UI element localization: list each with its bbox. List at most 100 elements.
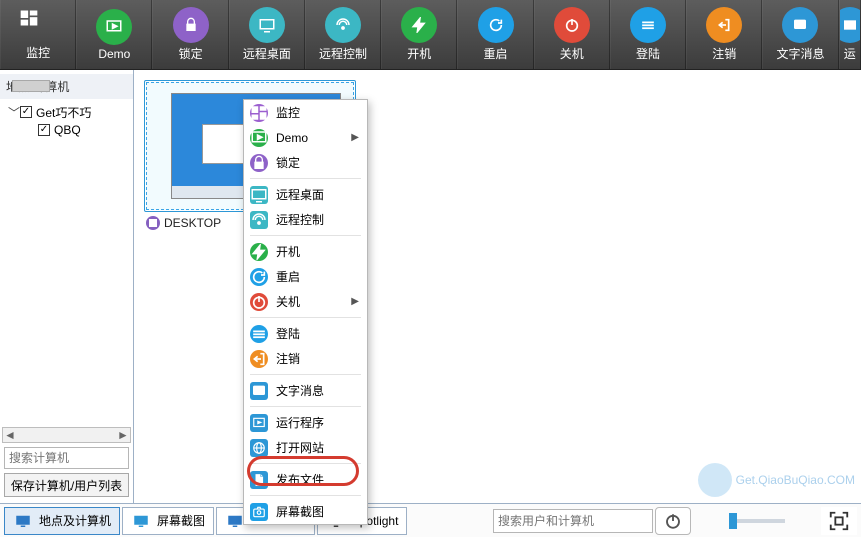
toolbar-lock[interactable]: 锁定 [152,0,228,69]
save-list-button[interactable]: 保存计算机/用户列表 [4,473,129,497]
menu-screenshot[interactable]: 屏幕截图 [244,499,367,524]
menu-label: 重启 [276,268,359,285]
screenshot-icon [250,503,268,521]
status-icon [146,216,160,230]
publish-file-icon [250,471,268,489]
lock-icon [250,154,268,172]
scroll-right-icon[interactable]: ► [116,428,130,442]
menu-label: 锁定 [276,154,359,171]
toolbar-demo[interactable]: Demo [76,0,152,69]
logout-icon [250,350,268,368]
menu-publish-file[interactable]: 发布文件 [244,467,367,492]
zoom-slider[interactable] [725,507,797,535]
shutdown-icon [250,293,268,311]
search-users-input[interactable] [493,509,653,533]
toolbar-label: 远程控制 [319,45,367,62]
context-menu: 监控Demo▶锁定远程桌面远程控制开机重启关机▶登陆注销文字消息运行程序打开网站… [243,99,368,525]
toolbar-label: 监控 [26,44,50,61]
tree: ﹀ Get巧不巧 QBQ [0,99,133,143]
toolbar-label: 开机 [407,45,431,62]
menu-login[interactable]: 登陆 [244,321,367,346]
menu-label: 屏幕截图 [276,503,359,520]
separator [250,374,361,375]
toolbar-login[interactable]: 登陆 [610,0,686,69]
toolbar-label: Demo [98,47,130,61]
tab-locations[interactable]: 地点及计算机 [4,507,120,535]
scroll-left-icon[interactable]: ◄ [3,428,17,442]
toolbar-remote-control[interactable]: 远程控制 [305,0,381,69]
login-icon [630,7,666,43]
toolbar-label: 登陆 [636,45,660,62]
separator [250,317,361,318]
tree-node[interactable]: ﹀ Get巧不巧 [4,103,129,121]
power-button[interactable] [655,507,691,535]
menu-power-on[interactable]: 开机 [244,239,367,264]
menu-remote-control[interactable]: 远程控制 [244,207,367,232]
login-icon [250,325,268,343]
menu-label: 监控 [276,104,359,121]
locations-icon [13,512,33,530]
menu-label: 打开网站 [276,439,359,456]
toolbar-label: 锁定 [179,45,203,62]
scroll-thumb[interactable] [12,80,50,92]
screenshots-icon [131,512,151,530]
menu-lock[interactable]: 锁定 [244,150,367,175]
menu-label: 开机 [276,243,359,260]
tab-screenshots[interactable]: 屏幕截图 [122,507,214,535]
power-on-icon [250,243,268,261]
watermark: Get.QiaoBuQiao.COM [698,463,855,497]
separator [250,495,361,496]
search-computer-input[interactable] [4,447,129,469]
menu-label: Demo [276,131,351,145]
toolbar-shutdown[interactable]: 关机 [534,0,610,69]
toolbar-run[interactable]: 运 [839,0,861,69]
logout-icon [706,7,742,43]
h-scrollbar[interactable]: ◄ ► [2,427,131,443]
menu-demo[interactable]: Demo▶ [244,125,367,150]
toolbar-label: 文字消息 [776,45,824,62]
toolbar-remote-desktop[interactable]: 远程桌面 [229,0,305,69]
tab-label: 屏幕截图 [157,512,205,529]
power-on-icon [401,7,437,43]
tab-label: 地点及计算机 [39,512,111,529]
fit-view-button[interactable] [821,507,857,535]
toolbar-label: 注销 [712,45,736,62]
menu-label: 文字消息 [276,382,359,399]
text-msg-icon [782,7,818,43]
chevron-right-icon: ▶ [351,296,359,307]
menu-monitor[interactable]: 监控 [244,100,367,125]
menu-restart[interactable]: 重启 [244,264,367,289]
separator [250,463,361,464]
restart-icon [250,268,268,286]
tree-node[interactable]: QBQ [4,121,129,139]
menu-logout[interactable]: 注销 [244,346,367,371]
toolbar-restart[interactable]: 重启 [457,0,533,69]
toolbar-monitor[interactable]: 监控 [0,0,76,69]
menu-label: 运行程序 [276,414,359,431]
toolbar-label: 运 [844,45,856,62]
remote-desktop-icon [250,186,268,204]
toolbar-logout[interactable]: 注销 [686,0,762,69]
checkbox[interactable] [38,124,50,136]
toolbar-label: 重启 [484,45,508,62]
menu-remote-desktop[interactable]: 远程桌面 [244,182,367,207]
menu-text-msg[interactable]: 文字消息 [244,378,367,403]
menu-label: 注销 [276,350,359,367]
menu-run-prog[interactable]: 运行程序 [244,410,367,435]
menu-label: 关机 [276,293,351,310]
menu-shutdown[interactable]: 关机▶ [244,289,367,314]
open-site-icon [250,439,268,457]
toolbar-power-on[interactable]: 开机 [381,0,457,69]
run-prog-icon [250,414,268,432]
tree-label: QBQ [52,123,81,137]
chevron-down-icon[interactable]: ﹀ [8,104,18,121]
restart-icon [478,7,514,43]
menu-label: 远程控制 [276,211,359,228]
run-icon [839,7,861,43]
checkbox[interactable] [20,106,32,118]
toolbar-text-msg[interactable]: 文字消息 [762,0,838,69]
separator [250,406,361,407]
menu-open-site[interactable]: 打开网站 [244,435,367,460]
tree-label: Get巧不巧 [34,104,91,121]
text-msg-icon [250,382,268,400]
